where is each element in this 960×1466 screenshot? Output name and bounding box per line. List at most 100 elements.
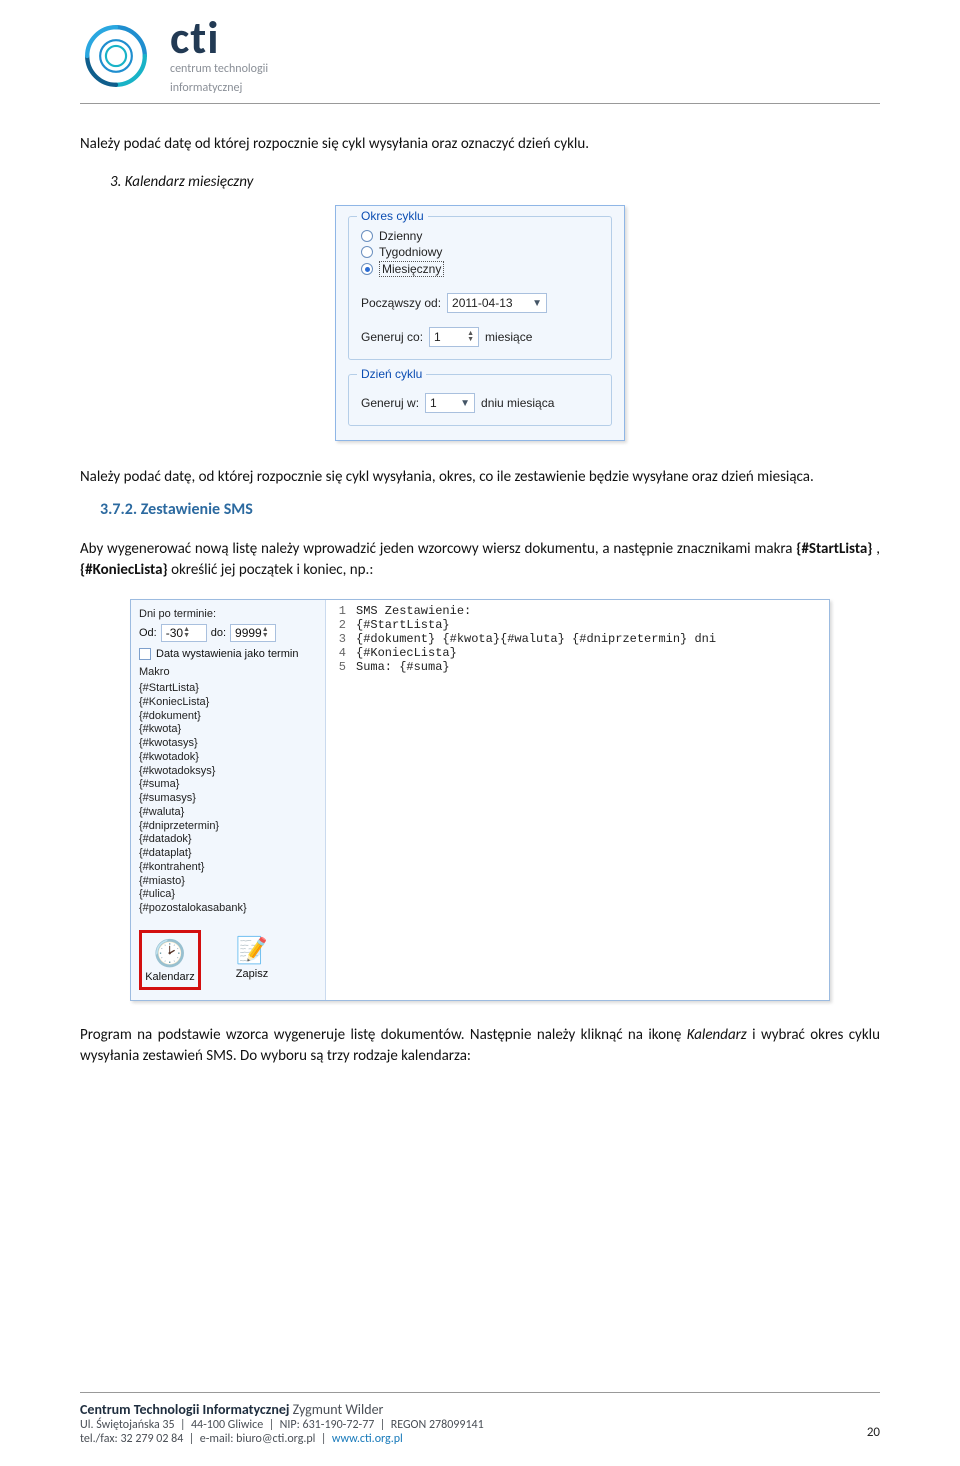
macro-item[interactable]: {#miasto} [139, 875, 317, 889]
zapisz-button[interactable]: 📝 Zapisz [221, 930, 283, 990]
footer-regon: REGON 278099141 [391, 1418, 484, 1432]
generuj-co-value: 1 [434, 330, 441, 344]
macro-item[interactable]: {#kwotasys} [139, 737, 317, 751]
macro-item[interactable]: {#StartLista} [139, 682, 317, 696]
data-wyst-label: Data wystawienia jako termin [156, 648, 298, 660]
macro-editor-panel: Dni po terminie: Od: -30 ▲▼ do: 9999 ▲▼ [130, 599, 830, 1001]
radio-dzienny[interactable]: Dzienny [361, 229, 599, 243]
spinner-icon: ▲▼ [262, 627, 269, 639]
chevron-down-icon: ▼ [532, 298, 542, 309]
generuj-co-label: Generuj co: [361, 330, 423, 344]
spinner-icon: ▲▼ [467, 331, 474, 343]
page-number: 20 [867, 1425, 880, 1440]
code-line: {#KoniecLista} [356, 646, 457, 660]
radio-icon [361, 230, 373, 242]
macro-item[interactable]: {#KoniecLista} [139, 696, 317, 710]
section-body: Aby wygenerować nową listę należy wprowa… [80, 539, 880, 581]
kalendarz-button-label: Kalendarz [145, 971, 195, 983]
page-footer: Centrum Technologii Informatycznej Zygmu… [80, 1392, 880, 1446]
dzien-cyklu-group: Dzień cyklu Generuj w: 1 ▼ dniu miesiąca [348, 374, 612, 426]
line-number: 1 [332, 604, 346, 618]
footer-nip: NIP: 631-190-72-77 [280, 1418, 375, 1432]
cycle-settings-panel: Okres cyklu Dzienny Tygodniowy Miesięczn… [335, 205, 625, 441]
macro-end: {#KoniecLista} [80, 561, 168, 579]
macro-item[interactable]: {#ulica} [139, 888, 317, 902]
line-number: 4 [332, 646, 346, 660]
okres-cyklu-title: Okres cyklu [357, 209, 428, 223]
page-header: cti centrum technologii informatycznej [80, 20, 880, 104]
generuj-w-input[interactable]: 1 ▼ [425, 393, 475, 413]
footer-company-bold: Centrum Technologii Informatycznej [80, 1401, 290, 1418]
swirl-logo-icon [80, 20, 152, 92]
macro-start: {#StartLista} [796, 540, 872, 558]
brand-sub-2: informatycznej [170, 82, 268, 95]
makro-label: Makro [139, 666, 317, 678]
section-body-post: określić jej początek i koniec, np.: [171, 561, 373, 579]
data-wyst-checkbox[interactable]: Data wystawienia jako termin [139, 648, 317, 660]
macro-item[interactable]: {#waluta} [139, 806, 317, 820]
macro-item[interactable]: {#suma} [139, 778, 317, 792]
brand-mark: cti [170, 20, 268, 57]
macro-item[interactable]: {#kontrahent} [139, 861, 317, 875]
do-value: 9999 [235, 626, 262, 640]
radio-tygodniowy-label: Tygodniowy [379, 245, 442, 259]
okres-cyklu-group: Okres cyklu Dzienny Tygodniowy Miesięczn… [348, 216, 612, 360]
chevron-down-icon: ▼ [460, 398, 470, 409]
macro-sep: , [876, 540, 880, 558]
radio-icon [361, 263, 373, 275]
brand-block: cti centrum technologii informatycznej [170, 20, 268, 95]
radio-miesieczny-label: Miesięczny [379, 261, 444, 277]
radio-miesieczny[interactable]: Miesięczny [361, 261, 599, 277]
zapisz-button-label: Zapisz [236, 968, 268, 980]
line-number: 5 [332, 660, 346, 674]
footer-email: e-mail: biuro@cti.org.pl [200, 1432, 316, 1446]
generuj-co-unit: miesiące [485, 330, 532, 344]
footer-tel: tel./fax: 32 279 02 84 [80, 1432, 183, 1446]
macro-item[interactable]: {#dataplat} [139, 847, 317, 861]
poczawszy-date-input[interactable]: 2011-04-13 ▼ [447, 293, 547, 313]
generuj-w-unit: dniu miesiąca [481, 396, 554, 410]
macro-sidebar: Dni po terminie: Od: -30 ▲▼ do: 9999 ▲▼ [131, 600, 326, 1000]
radio-icon [361, 246, 373, 258]
macro-item[interactable]: {#dniprzetermin} [139, 820, 317, 834]
intro-paragraph: Należy podać datę od której rozpocznie s… [80, 134, 880, 155]
macro-item[interactable]: {#pozostalokasabank} [139, 902, 317, 916]
macro-item[interactable]: {#sumasys} [139, 792, 317, 806]
code-editor[interactable]: 1SMS Zestawienie: 2{#StartLista} 3{#doku… [326, 600, 829, 1000]
poczawszy-label: Począwszy od: [361, 296, 441, 310]
macro-item[interactable]: {#kwotadoksys} [139, 765, 317, 779]
radio-tygodniowy[interactable]: Tygodniowy [361, 245, 599, 259]
step-3-label: 3. Kalendarz miesięczny [110, 173, 880, 191]
od-label: Od: [139, 627, 157, 639]
line-number: 2 [332, 618, 346, 632]
section-body-pre: Aby wygenerować nową listę należy wprowa… [80, 540, 796, 558]
brand-sub-1: centrum technologii [170, 63, 268, 76]
do-input[interactable]: 9999 ▲▼ [230, 624, 276, 642]
macro-item[interactable]: {#kwotadok} [139, 751, 317, 765]
do-label: do: [211, 627, 226, 639]
radio-dzienny-label: Dzienny [379, 229, 422, 243]
closing-1: Program na podstawie wzorca wygeneruje l… [80, 1026, 687, 1044]
closing-paragraph: Program na podstawie wzorca wygeneruje l… [80, 1025, 880, 1067]
macro-item[interactable]: {#dokument} [139, 710, 317, 724]
closing-em: Kalendarz [687, 1026, 747, 1044]
od-input[interactable]: -30 ▲▼ [161, 624, 207, 642]
dzien-cyklu-title: Dzień cyklu [357, 367, 426, 381]
kalendarz-button[interactable]: 🕑 Kalendarz [139, 930, 201, 990]
section-heading: 3.7.2. Zestawienie SMS [100, 500, 880, 519]
dni-po-terminie-label: Dni po terminie: [139, 608, 317, 620]
poczawszy-date-value: 2011-04-13 [452, 296, 513, 310]
od-value: -30 [166, 626, 183, 640]
macro-item[interactable]: {#datadok} [139, 833, 317, 847]
code-line: Suma: {#suma} [356, 660, 450, 674]
spinner-icon: ▲▼ [183, 627, 190, 639]
generuj-co-input[interactable]: 1 ▲▼ [429, 327, 479, 347]
code-line: {#StartLista} [356, 618, 450, 632]
code-line: {#dokument} {#kwota}{#waluta} {#dniprzet… [356, 632, 716, 646]
footer-www-link[interactable]: www.cti.org.pl [332, 1432, 403, 1446]
footer-addr-city: 44-100 Gliwice [191, 1418, 263, 1432]
footer-company-rest: Zygmunt Wilder [290, 1401, 384, 1418]
line-number: 3 [332, 632, 346, 646]
footer-addr-street: Ul. Świętojańska 35 [80, 1418, 175, 1432]
macro-item[interactable]: {#kwota} [139, 723, 317, 737]
